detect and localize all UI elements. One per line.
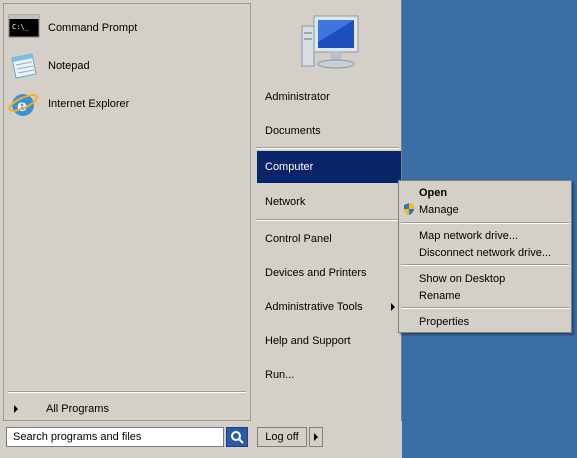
right-item-label: Documents <box>265 125 321 137</box>
right-item-administrator[interactable]: Administrator <box>257 81 401 113</box>
search-icon <box>231 431 244 444</box>
right-item-network[interactable]: Network <box>257 186 401 218</box>
internet-explorer-icon: e <box>8 90 40 118</box>
context-menu-show-on-desktop[interactable]: Show on Desktop <box>419 270 505 287</box>
arrow-right-icon <box>314 433 318 441</box>
all-programs-label: All Programs <box>46 403 109 415</box>
log-off-button[interactable]: Log off <box>257 427 307 447</box>
programs-pane: C:\_ Command Prompt Notepad e Internet E… <box>3 3 251 421</box>
uac-shield-icon <box>402 202 416 219</box>
right-item-devices-and-printers[interactable]: Devices and Printers <box>257 257 401 289</box>
places-pane: Administrator Documents Computer Network… <box>254 0 401 421</box>
right-item-label: Devices and Printers <box>265 267 367 279</box>
all-programs-button[interactable]: All Programs <box>8 399 246 419</box>
program-label: Notepad <box>48 60 90 72</box>
right-item-administrative-tools[interactable]: Administrative Tools <box>257 291 401 323</box>
search-button[interactable] <box>226 427 248 447</box>
program-notepad[interactable]: Notepad <box>8 50 246 82</box>
context-menu-rename[interactable]: Rename <box>419 287 461 304</box>
right-item-help-and-support[interactable]: Help and Support <box>257 325 401 357</box>
menu-item-label: Open <box>419 186 448 199</box>
program-command-prompt[interactable]: C:\_ Command Prompt <box>8 12 246 44</box>
right-item-control-panel[interactable]: Control Panel <box>257 223 401 255</box>
program-label: Internet Explorer <box>48 98 130 110</box>
divider <box>401 264 569 266</box>
shutdown-options-button[interactable] <box>309 427 323 447</box>
program-internet-explorer[interactable]: e Internet Explorer <box>8 88 246 120</box>
right-item-computer[interactable]: Computer <box>257 151 401 183</box>
divider <box>401 222 569 224</box>
submenu-arrow-icon <box>391 303 395 311</box>
right-item-label: Run... <box>265 369 295 381</box>
context-menu-open[interactable]: Open <box>419 184 447 201</box>
right-item-label: Help and Support <box>265 335 351 347</box>
svg-text:C:\_: C:\_ <box>12 23 30 31</box>
command-prompt-icon: C:\_ <box>8 14 40 42</box>
right-item-label: Administrative Tools <box>265 301 363 313</box>
right-item-label: Network <box>265 196 306 208</box>
divider <box>256 147 399 149</box>
program-label: Command Prompt <box>48 22 138 34</box>
menu-item-label: Disconnect network drive... <box>419 246 552 259</box>
context-menu-map-network-drive[interactable]: Map network drive... <box>419 227 518 244</box>
context-menu-disconnect-network-drive[interactable]: Disconnect network drive... <box>419 244 551 261</box>
menu-item-label: Show on Desktop <box>419 272 506 285</box>
menu-item-label: Properties <box>419 315 470 328</box>
search-placeholder: Search programs and files <box>13 431 142 443</box>
menu-item-label: Rename <box>419 289 461 302</box>
right-item-label: Administrator <box>265 91 330 103</box>
start-menu: C:\_ Command Prompt Notepad e Internet E… <box>0 0 402 458</box>
context-menu-manage[interactable]: Manage <box>419 201 459 218</box>
right-item-documents[interactable]: Documents <box>257 115 401 147</box>
right-item-run[interactable]: Run... <box>257 359 401 391</box>
context-menu-properties[interactable]: Properties <box>419 313 469 330</box>
search-input[interactable]: Search programs and files <box>6 427 224 447</box>
context-menu: Open Manage Map network drive... Disconn… <box>398 180 572 333</box>
notepad-icon <box>8 52 40 80</box>
start-menu-bottom-bar: Search programs and files Log off <box>0 421 402 458</box>
arrow-right-icon <box>14 405 18 413</box>
menu-item-label: Map network drive... <box>419 229 519 242</box>
divider <box>401 307 569 309</box>
right-item-label: Computer <box>265 161 314 173</box>
menu-item-label: Manage <box>419 203 459 216</box>
right-item-label: Control Panel <box>265 233 332 245</box>
divider <box>256 219 399 221</box>
divider <box>8 391 246 393</box>
log-off-label: Log off <box>265 431 299 443</box>
